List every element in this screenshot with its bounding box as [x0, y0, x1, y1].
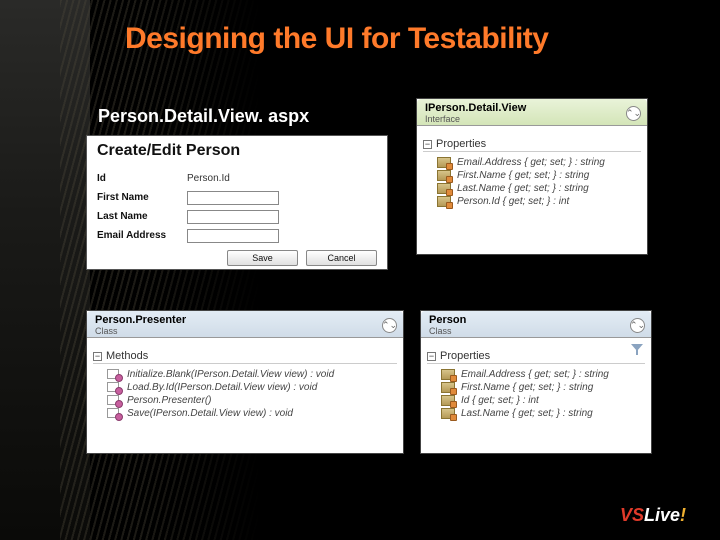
slide-bg-diagonal	[60, 0, 260, 540]
property-icon	[437, 183, 451, 194]
section-header: − Methods	[93, 350, 397, 364]
email-label: Email Address	[97, 230, 187, 241]
property-icon	[441, 369, 455, 380]
method-item: Save(IPerson.Detail.View view) : void	[93, 407, 397, 420]
diagram-header: IPerson.Detail.View Interface ⌃⌄	[417, 99, 647, 126]
method-item: Load.By.Id(IPerson.Detail.View view) : v…	[93, 381, 397, 394]
collapse-icon[interactable]: ⌃⌄	[626, 106, 641, 121]
save-button[interactable]: Save	[227, 250, 298, 266]
form-heading: Create/Edit Person	[97, 142, 377, 160]
minus-icon[interactable]: −	[423, 140, 432, 149]
first-name-input[interactable]	[187, 191, 279, 205]
method-icon	[107, 408, 121, 419]
diagram-name: IPerson.Detail.View	[425, 102, 526, 114]
section-label: Properties	[436, 138, 486, 150]
diagram-name: Person.Presenter	[95, 314, 186, 326]
method-item: Person.Presenter()	[93, 394, 397, 407]
property-item: Id { get; set; } : int	[427, 394, 645, 407]
property-item: First.Name { get; set; } : string	[423, 169, 641, 182]
cancel-button[interactable]: Cancel	[306, 250, 377, 266]
logo-bang: !	[680, 505, 686, 525]
filter-icon[interactable]	[631, 344, 643, 356]
section-header: − Properties	[427, 350, 645, 364]
logo-live: Live	[644, 505, 680, 525]
diagram-name: Person	[429, 314, 466, 326]
method-icon	[107, 382, 121, 393]
property-item: Last.Name { get; set; } : string	[427, 407, 645, 420]
property-icon	[437, 196, 451, 207]
diagram-stereotype: Class	[95, 326, 186, 336]
iperson-detail-view-diagram: IPerson.Detail.View Interface ⌃⌄ − Prope…	[416, 98, 648, 255]
property-icon	[441, 395, 455, 406]
property-icon	[437, 170, 451, 181]
diagram-stereotype: Interface	[425, 114, 526, 124]
method-item: Initialize.Blank(IPerson.Detail.View vie…	[93, 368, 397, 381]
minus-icon[interactable]: −	[427, 352, 436, 361]
vslive-logo: VSLive!	[620, 505, 686, 526]
property-item: First.Name { get; set; } : string	[427, 381, 645, 394]
person-class-diagram: Person Class ⌃⌄ − Properties Email.Addre…	[420, 310, 652, 454]
property-item: Email.Address { get; set; } : string	[427, 368, 645, 381]
id-label: Id	[97, 173, 187, 184]
first-name-label: First Name	[97, 192, 187, 203]
file-caption: Person.Detail.View. aspx	[98, 106, 309, 127]
diagram-header: Person.Presenter Class ⌃⌄	[87, 311, 403, 338]
property-item: Last.Name { get; set; } : string	[423, 182, 641, 195]
diagram-header: Person Class ⌃⌄	[421, 311, 651, 338]
slide-title: Designing the UI for Testability	[125, 22, 548, 56]
id-value: Person.Id	[187, 173, 230, 184]
collapse-icon[interactable]: ⌃⌄	[382, 318, 397, 333]
diagram-stereotype: Class	[429, 326, 466, 336]
last-name-input[interactable]	[187, 210, 279, 224]
method-icon	[107, 395, 121, 406]
property-item: Person.Id { get; set; } : int	[423, 195, 641, 208]
last-name-label: Last Name	[97, 211, 187, 222]
logo-vs: VS	[620, 505, 644, 525]
collapse-icon[interactable]: ⌃⌄	[630, 318, 645, 333]
person-presenter-diagram: Person.Presenter Class ⌃⌄ − Methods Init…	[86, 310, 404, 454]
property-icon	[441, 382, 455, 393]
property-icon	[441, 408, 455, 419]
section-label: Methods	[106, 350, 148, 362]
method-icon	[107, 369, 121, 380]
minus-icon[interactable]: −	[93, 352, 102, 361]
property-item: Email.Address { get; set; } : string	[423, 156, 641, 169]
section-label: Properties	[440, 350, 490, 362]
email-input[interactable]	[187, 229, 279, 243]
person-form-panel: Create/Edit Person Id Person.Id First Na…	[86, 135, 388, 270]
section-header: − Properties	[423, 138, 641, 152]
property-icon	[437, 157, 451, 168]
